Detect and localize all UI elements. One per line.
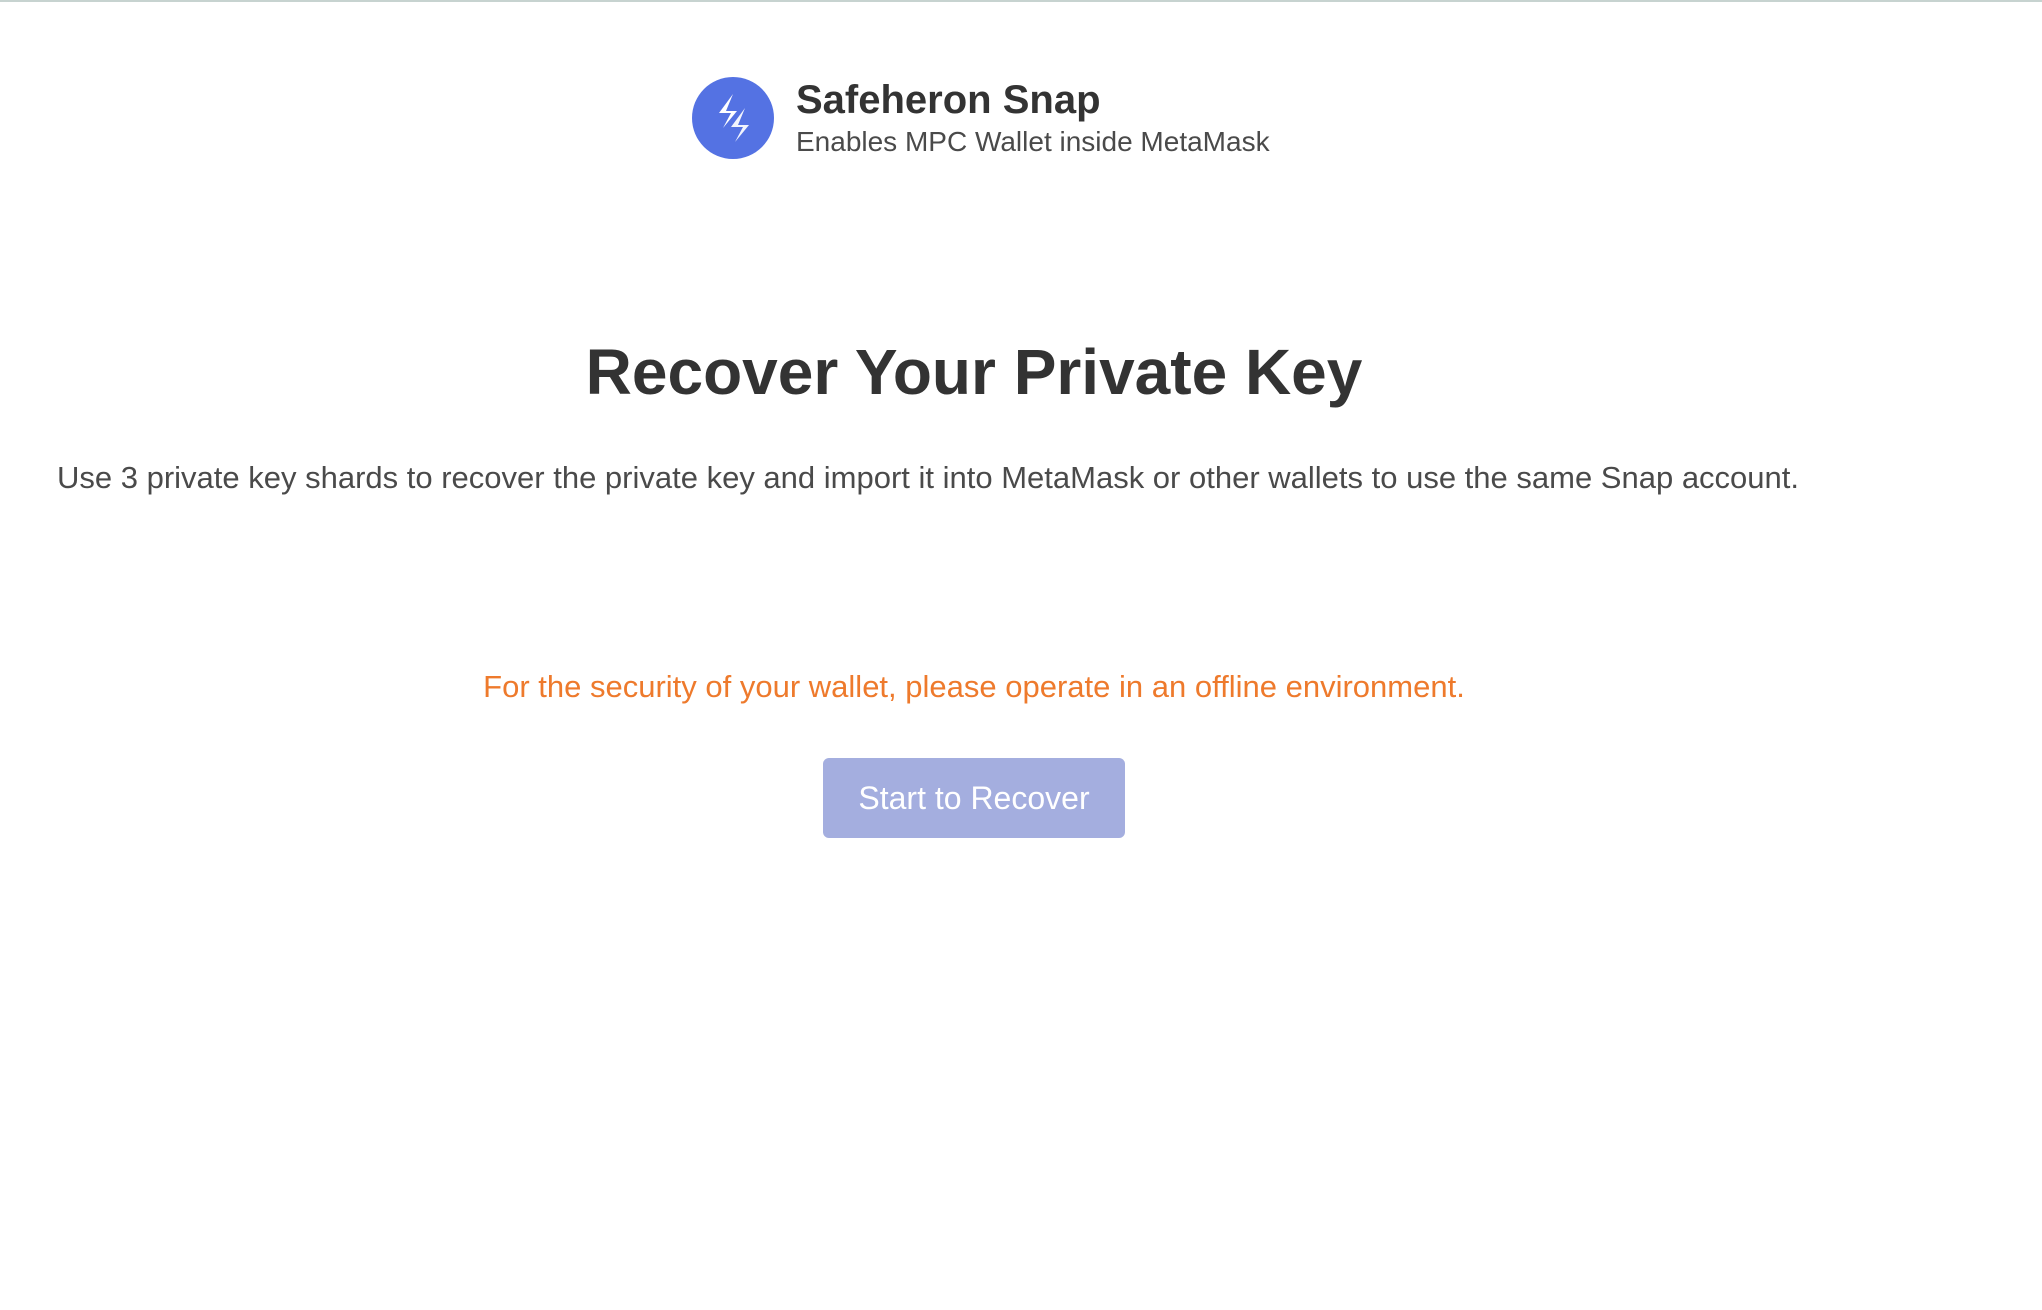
page-title: Recover Your Private Key — [585, 336, 1363, 408]
brand-header: Safeheron Snap Enables MPC Wallet inside… — [692, 77, 1270, 159]
brand-text: Safeheron Snap Enables MPC Wallet inside… — [796, 77, 1270, 159]
app-tagline: Enables MPC Wallet inside MetaMask — [796, 126, 1270, 157]
top-divider — [0, 0, 2042, 2]
app-name: Safeheron Snap — [796, 78, 1101, 122]
start-to-recover-button[interactable]: Start to Recover — [823, 758, 1125, 838]
safeheron-logo-icon — [692, 77, 774, 159]
offline-warning: For the security of your wallet, please … — [483, 669, 1465, 704]
page-description: Use 3 private key shards to recover the … — [57, 460, 1800, 495]
